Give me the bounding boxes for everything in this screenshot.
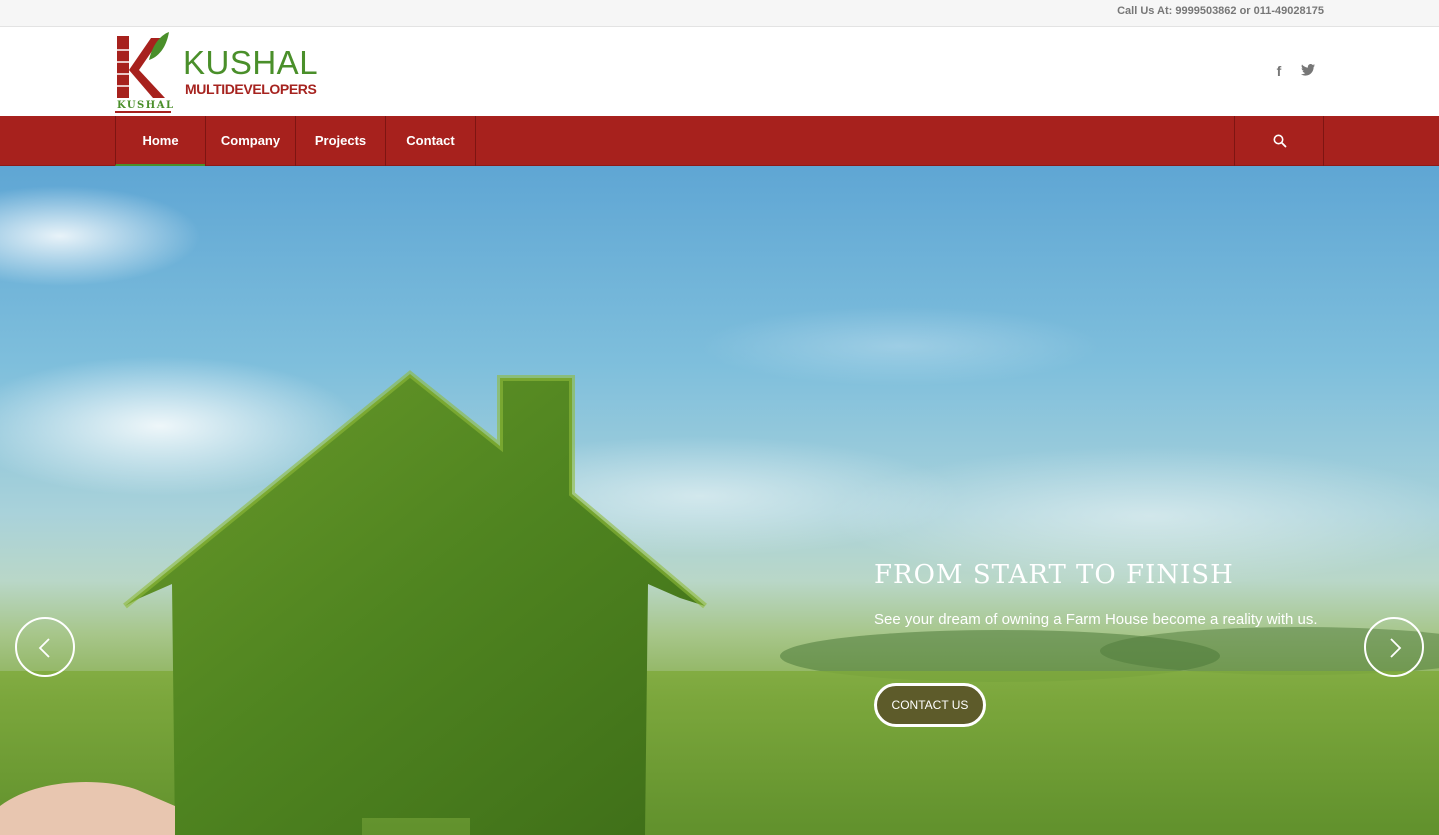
hero-description: See your dream of owning a Farm House be… (874, 611, 1318, 628)
main-nav: Home Company Projects Contact (0, 116, 1439, 166)
twitter-bird-icon (1301, 64, 1315, 76)
chevron-right-icon (1390, 638, 1402, 658)
slider-prev-button[interactable] (15, 617, 75, 677)
hero-background-image (0, 186, 1439, 835)
nav-item-company[interactable]: Company (205, 116, 295, 166)
hero-slider: FROM START TO FINISH See your dream of o… (0, 166, 1439, 835)
site-header: KUSHAL KUSHAL MULTIDEVELOPERS f (0, 27, 1439, 116)
logo-subtitle: MULTIDEVELOPERS (185, 81, 317, 97)
contact-phone: Call Us At: 9999503862 or 011-49028175 (1117, 5, 1324, 17)
logo-name: KUSHAL (183, 44, 319, 81)
nav-item-projects[interactable]: Projects (295, 116, 385, 166)
hero-title: FROM START TO FINISH (874, 560, 1234, 590)
nav-item-contact[interactable]: Contact (385, 116, 475, 166)
chevron-left-icon (38, 638, 50, 658)
contact-us-button[interactable]: CONTACT US (874, 683, 986, 727)
search-icon (1273, 134, 1287, 148)
twitter-icon[interactable] (1300, 63, 1316, 79)
top-bar: Call Us At: 9999503862 or 011-49028175 (0, 0, 1439, 27)
facebook-icon[interactable]: f (1271, 63, 1287, 79)
site-logo[interactable]: KUSHAL KUSHAL MULTIDEVELOPERS (115, 30, 330, 114)
logo-small-text: KUSHAL (117, 100, 175, 111)
slider-next-button[interactable] (1364, 617, 1424, 677)
nav-divider (475, 116, 476, 166)
nav-item-home[interactable]: Home (115, 116, 205, 166)
search-button[interactable] (1234, 116, 1324, 166)
